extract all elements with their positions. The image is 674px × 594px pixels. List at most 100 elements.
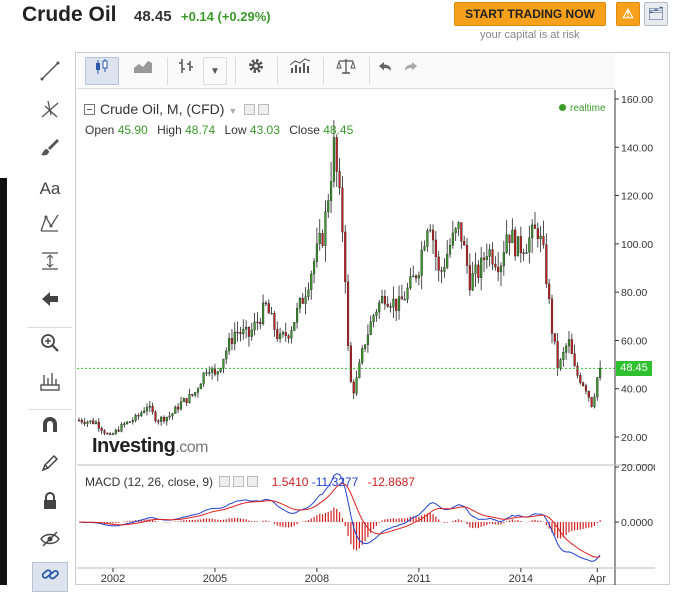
candle-body bbox=[545, 244, 548, 285]
candle-body bbox=[386, 303, 389, 307]
chevron-down-icon[interactable]: ▼ bbox=[228, 106, 237, 116]
candle-body bbox=[431, 229, 435, 241]
candle-body bbox=[140, 412, 143, 416]
chevron-down-icon[interactable]: ▼ bbox=[203, 57, 227, 85]
ruler-icon[interactable] bbox=[32, 370, 68, 400]
eye-toggle-icon[interactable] bbox=[244, 104, 256, 115]
candle-body bbox=[273, 312, 276, 330]
text-tool-icon[interactable]: Aa bbox=[32, 174, 68, 204]
candle-body bbox=[100, 428, 103, 431]
candle-body bbox=[83, 421, 86, 424]
undo-icon[interactable] bbox=[373, 57, 397, 85]
indicators-icon[interactable] bbox=[283, 57, 317, 85]
candle-body bbox=[454, 228, 457, 234]
gear-icon[interactable] bbox=[241, 57, 271, 85]
candle-body bbox=[562, 352, 565, 360]
start-trading-button[interactable]: START TRADING NOW bbox=[454, 2, 606, 26]
candle-body bbox=[236, 331, 239, 334]
fork-icon[interactable] bbox=[32, 98, 68, 128]
candle-body bbox=[434, 239, 437, 258]
y-tick-label: 120.00 bbox=[621, 191, 653, 203]
candle-body bbox=[313, 261, 316, 275]
pattern-icon[interactable] bbox=[32, 212, 68, 242]
candle-body bbox=[516, 236, 520, 257]
magnet-icon[interactable] bbox=[32, 414, 68, 444]
candle-body bbox=[482, 257, 486, 260]
candle-body bbox=[233, 331, 236, 344]
candle-body bbox=[310, 273, 313, 290]
candle-body bbox=[239, 332, 242, 335]
candle-body bbox=[508, 234, 511, 244]
redo-icon[interactable] bbox=[399, 57, 423, 85]
candle-body bbox=[352, 381, 355, 394]
candle-body bbox=[429, 229, 432, 232]
close-label: Close bbox=[289, 123, 320, 137]
candle-body bbox=[126, 421, 129, 424]
instrument-legend: Crude Oil, M, (CFD) ▼ bbox=[84, 101, 270, 117]
measure-icon[interactable] bbox=[32, 250, 68, 280]
trend-line-icon[interactable] bbox=[32, 60, 68, 90]
x-tick-label: 2005 bbox=[203, 573, 227, 585]
candle-body bbox=[522, 252, 525, 255]
settings-icon[interactable] bbox=[258, 104, 270, 115]
candle-body bbox=[528, 237, 531, 253]
bars-icon[interactable] bbox=[173, 57, 199, 85]
candle-body bbox=[502, 252, 505, 267]
logo-suffix: .com bbox=[175, 439, 208, 456]
brush-icon[interactable] bbox=[32, 136, 68, 166]
candle-body bbox=[363, 344, 367, 349]
candle-body bbox=[77, 419, 81, 422]
lock-icon[interactable] bbox=[32, 490, 68, 520]
compare-scale-icon[interactable] bbox=[329, 57, 363, 85]
link-icon[interactable] bbox=[32, 562, 68, 592]
candles-icon[interactable] bbox=[85, 57, 119, 85]
candle-body bbox=[548, 283, 551, 300]
candle-body bbox=[559, 359, 562, 369]
candle-body bbox=[395, 298, 398, 311]
back-arrow-icon[interactable] bbox=[32, 288, 68, 318]
candle-body bbox=[380, 296, 384, 303]
macd-label: MACD (12, 26, close, 9) bbox=[85, 475, 214, 489]
candle-body bbox=[171, 413, 174, 417]
candle-body bbox=[324, 211, 327, 246]
candle-body bbox=[465, 245, 469, 266]
candle-body bbox=[485, 256, 488, 260]
collapse-icon[interactable] bbox=[84, 104, 95, 115]
settings-icon[interactable] bbox=[233, 476, 245, 487]
risk-note: your capital is at risk bbox=[480, 29, 580, 41]
candle-body bbox=[281, 332, 284, 335]
candle-body bbox=[145, 407, 149, 412]
candle-body bbox=[97, 421, 100, 429]
y-tick-label: 80.00 bbox=[621, 287, 647, 299]
price-chart[interactable]: 160.00 140.00 120.00 100.00 80.00 60.00 40.00 2… bbox=[77, 90, 655, 585]
candle-body bbox=[92, 420, 95, 424]
x-tick-label: Apr bbox=[589, 573, 606, 585]
candle-body bbox=[525, 251, 528, 254]
eye-toggle-icon[interactable] bbox=[219, 476, 231, 487]
low-value: 43.03 bbox=[249, 123, 280, 137]
macd-legend: MACD (12, 26, close, 9) 1.5410 -11.3277 … bbox=[85, 475, 415, 489]
candle-body bbox=[279, 333, 282, 340]
area-chart-icon[interactable] bbox=[125, 57, 161, 85]
candle-body bbox=[199, 383, 202, 390]
candle-body bbox=[397, 296, 401, 311]
candle-body bbox=[511, 229, 514, 244]
candle-body bbox=[358, 362, 361, 378]
portfolio-add-icon[interactable]: 🗂 bbox=[644, 2, 668, 26]
bell-plus-icon[interactable]: ⚠ bbox=[616, 2, 640, 26]
candle-body bbox=[270, 312, 273, 315]
pencil-lock-icon[interactable] bbox=[32, 452, 68, 482]
eye-icon[interactable] bbox=[32, 528, 68, 558]
candle-body bbox=[346, 281, 350, 346]
candle-body bbox=[148, 405, 151, 408]
close-icon[interactable] bbox=[247, 476, 259, 487]
candle-body bbox=[154, 411, 157, 422]
zoom-icon[interactable] bbox=[32, 332, 68, 362]
candle-body bbox=[471, 273, 474, 291]
candle-body bbox=[179, 401, 183, 410]
toolbar-separator bbox=[28, 327, 72, 328]
candle-body bbox=[228, 338, 231, 352]
candle-body bbox=[565, 345, 568, 353]
macd-value-3: -12.8687 bbox=[367, 475, 415, 489]
candle-body bbox=[573, 353, 576, 367]
